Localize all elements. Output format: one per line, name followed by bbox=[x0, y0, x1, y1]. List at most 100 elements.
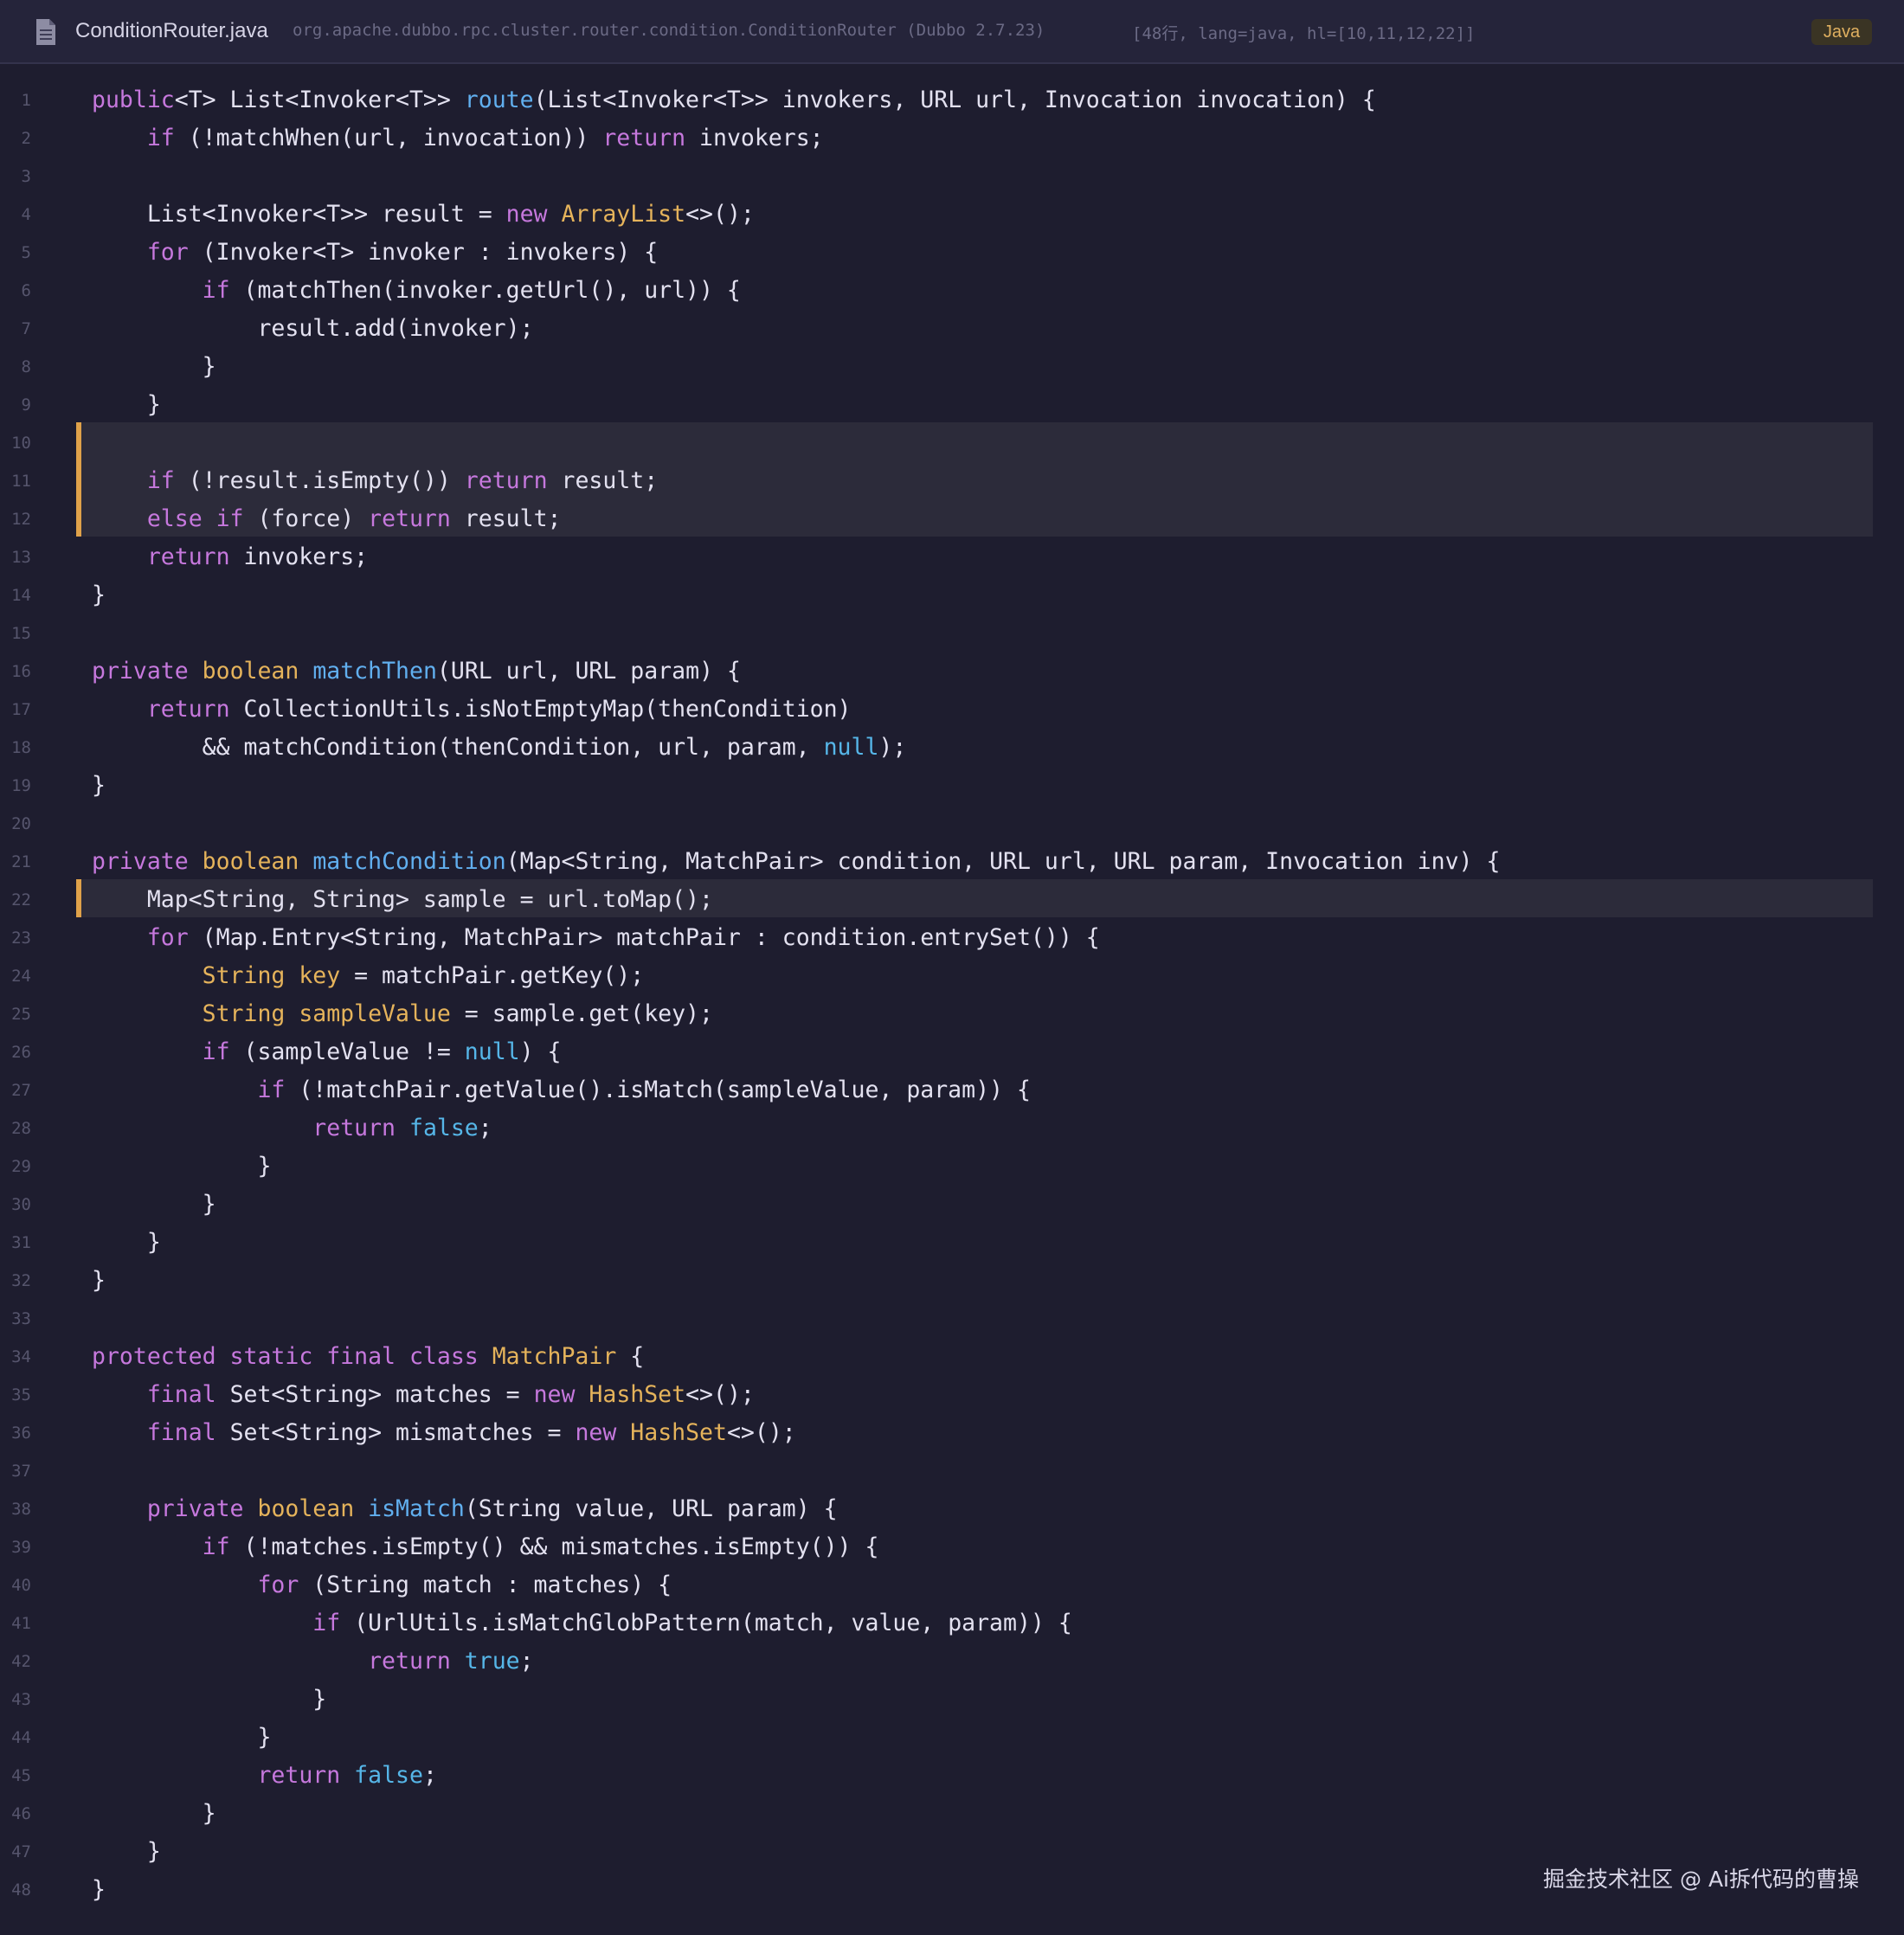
code-line[interactable]: 41 if (UrlUtils.isMatchGlobPattern(match… bbox=[0, 1604, 1904, 1642]
code-line[interactable]: 13 return invokers; bbox=[0, 538, 1904, 576]
code-text: protected static final class MatchPair { bbox=[92, 1338, 644, 1376]
line-number: 13 bbox=[11, 548, 31, 567]
code-token: if bbox=[202, 1533, 230, 1560]
code-token: (!matchWhen(url, invocation)) bbox=[174, 125, 603, 151]
code-token: false bbox=[408, 1115, 479, 1141]
editor-header: ConditionRouter.java org.apache.dubbo.rp… bbox=[0, 0, 1904, 64]
code-line[interactable]: 3 bbox=[0, 158, 1904, 196]
code-line[interactable]: 4 List<Invoker<T>> result = new ArrayLis… bbox=[0, 196, 1904, 234]
code-token: } bbox=[92, 1686, 327, 1713]
code-line[interactable]: 45 return false; bbox=[0, 1757, 1904, 1795]
code-text: return invokers; bbox=[92, 538, 368, 576]
code-token: public bbox=[92, 87, 175, 113]
line-number: 7 bbox=[21, 319, 31, 338]
code-token: return bbox=[368, 1648, 451, 1675]
code-line[interactable]: 16 private boolean matchThen(URL url, URL… bbox=[0, 652, 1904, 691]
code-line[interactable]: 25 String sampleValue = sample.get(key); bbox=[0, 995, 1904, 1033]
code-line[interactable]: 18 && matchCondition(thenCondition, url,… bbox=[0, 729, 1904, 767]
code-text: private boolean isMatch(String value, UR… bbox=[92, 1490, 838, 1528]
code-line[interactable]: 19} bbox=[0, 767, 1904, 805]
line-number: 37 bbox=[11, 1462, 31, 1481]
code-token: return bbox=[146, 696, 230, 723]
code-token: result; bbox=[547, 467, 659, 494]
code-line[interactable]: 35 final Set<String> matches = new HashS… bbox=[0, 1376, 1904, 1414]
code-token: matchCondition bbox=[312, 848, 506, 875]
code-line[interactable]: 43 } bbox=[0, 1681, 1904, 1719]
code-line[interactable]: 26 if (sampleValue != null) { bbox=[0, 1033, 1904, 1071]
code-line[interactable]: 27 if (!matchPair.getValue().isMatch(sam… bbox=[0, 1071, 1904, 1109]
code-token: else if bbox=[146, 505, 244, 532]
code-line[interactable]: 36 final Set<String> mismatches = new Ha… bbox=[0, 1414, 1904, 1452]
line-number: 3 bbox=[21, 167, 31, 186]
code-line[interactable]: 46 } bbox=[0, 1795, 1904, 1833]
code-token: Set<String> matches = bbox=[215, 1381, 534, 1408]
code-text: if (!matchPair.getValue().isMatch(sample… bbox=[92, 1071, 1030, 1109]
line-number: 9 bbox=[21, 395, 31, 415]
code-line[interactable]: 9 } bbox=[0, 386, 1904, 424]
code-line[interactable]: 6 if (matchThen(invoker.getUrl(), url)) … bbox=[0, 272, 1904, 310]
code-line[interactable]: 8 } bbox=[0, 348, 1904, 386]
code-line[interactable]: 42 return true; bbox=[0, 1642, 1904, 1681]
code-text: } bbox=[92, 1224, 161, 1262]
code-line[interactable]: 22 Map<String, String> sample = url.toMa… bbox=[0, 881, 1904, 919]
code-token: (matchThen(invoker.getUrl(), url)) { bbox=[229, 277, 741, 304]
code-line[interactable]: 31 } bbox=[0, 1224, 1904, 1262]
code-line[interactable]: 1 public<T> List<Invoker<T>> route(List<I… bbox=[0, 81, 1904, 119]
code-line[interactable]: 12 else if (force) return result; bbox=[0, 500, 1904, 538]
line-number: 45 bbox=[11, 1766, 31, 1785]
line-number: 8 bbox=[21, 357, 31, 376]
code-line[interactable]: 11 if (!result.isEmpty()) return result; bbox=[0, 462, 1904, 500]
class-path: org.apache.dubbo.rpc.cluster.router.cond… bbox=[293, 21, 1045, 40]
code-token: <T> List<Invoker<T>> bbox=[174, 87, 465, 113]
code-line[interactable]: 38 private boolean isMatch(String value,… bbox=[0, 1490, 1904, 1528]
code-line[interactable]: 32} bbox=[0, 1262, 1904, 1300]
code-line[interactable]: 33 bbox=[0, 1300, 1904, 1338]
code-text: return CollectionUtils.isNotEmptyMap(the… bbox=[92, 691, 852, 729]
code-text: for (String match : matches) { bbox=[92, 1566, 672, 1604]
code-token: CollectionUtils.isNotEmptyMap(thenCondit… bbox=[229, 696, 852, 723]
code-token: } bbox=[92, 1267, 106, 1294]
code-token: route bbox=[464, 87, 534, 113]
code-token: if bbox=[202, 1038, 230, 1065]
code-line[interactable]: 44 } bbox=[0, 1719, 1904, 1757]
code-line[interactable]: 28 return false; bbox=[0, 1109, 1904, 1148]
code-line[interactable]: 24 String key = matchPair.getKey(); bbox=[0, 957, 1904, 995]
code-line[interactable]: 37 bbox=[0, 1452, 1904, 1490]
line-number: 46 bbox=[11, 1804, 31, 1823]
code-text: return true; bbox=[92, 1642, 534, 1681]
code-token: return bbox=[368, 505, 451, 532]
code-line[interactable]: 14} bbox=[0, 576, 1904, 614]
code-line[interactable]: 5 for (Invoker<T> invoker : invokers) { bbox=[0, 234, 1904, 272]
code-line[interactable]: 34 protected static final class MatchPair… bbox=[0, 1338, 1904, 1376]
code-token: = matchPair.getKey(); bbox=[340, 962, 645, 989]
code-line[interactable]: 10 bbox=[0, 424, 1904, 462]
code-line[interactable]: 39 if (!matches.isEmpty() && mismatches.… bbox=[0, 1528, 1904, 1566]
code-line[interactable]: 40 for (String match : matches) { bbox=[0, 1566, 1904, 1604]
code-line[interactable]: 29 } bbox=[0, 1148, 1904, 1186]
code-line[interactable]: 30 } bbox=[0, 1186, 1904, 1224]
line-number: 26 bbox=[11, 1043, 31, 1062]
code-line[interactable]: 7 result.add(invoker); bbox=[0, 310, 1904, 348]
code-token: return bbox=[146, 543, 230, 570]
code-token: false bbox=[354, 1762, 423, 1789]
code-token: return bbox=[464, 467, 548, 494]
code-token: for bbox=[257, 1572, 299, 1598]
line-number: 44 bbox=[11, 1728, 31, 1747]
code-line[interactable]: 23 for (Map.Entry<String, MatchPair> mat… bbox=[0, 919, 1904, 957]
code-line[interactable]: 2 if (!matchWhen(url, invocation)) retur… bbox=[0, 119, 1904, 158]
code-line[interactable]: 17 return CollectionUtils.isNotEmptyMap(… bbox=[0, 691, 1904, 729]
code-line[interactable]: 15 bbox=[0, 614, 1904, 652]
code-line[interactable]: 20 bbox=[0, 805, 1904, 843]
code-token: } bbox=[92, 1229, 161, 1256]
code-token: if bbox=[312, 1610, 341, 1636]
code-line[interactable]: 21 private boolean matchCondition(Map<Str… bbox=[0, 843, 1904, 881]
code-text: private boolean matchThen(URL url, URL p… bbox=[92, 652, 741, 691]
